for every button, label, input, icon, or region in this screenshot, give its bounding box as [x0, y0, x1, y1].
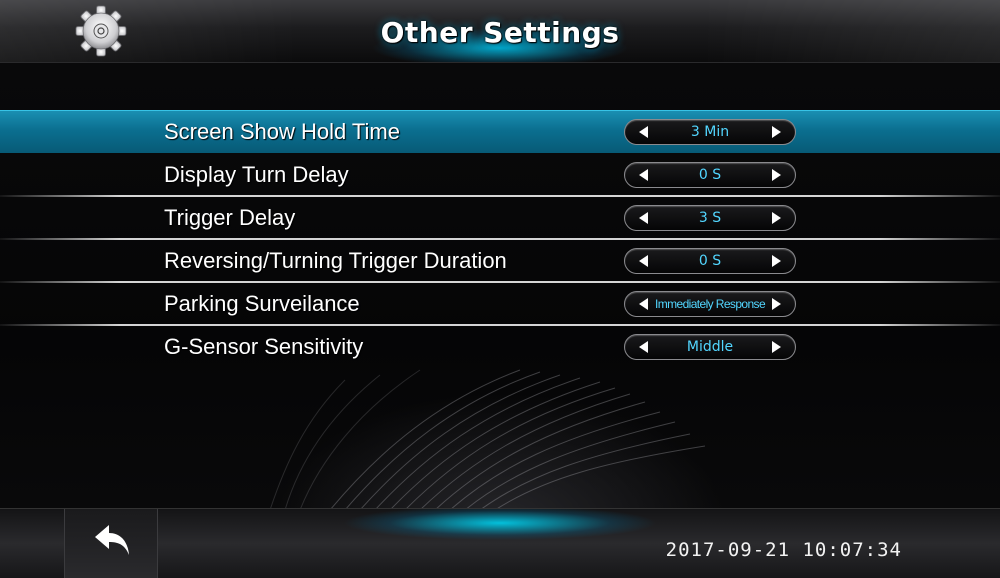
value-selector[interactable]: 0 S	[624, 248, 796, 274]
value-selector[interactable]: Immediately Response	[624, 291, 796, 317]
setting-value: 0 S	[698, 253, 722, 269]
value-selector[interactable]: 3 S	[624, 205, 796, 231]
datetime-display: 2017-09-21 10:07:34	[665, 539, 902, 561]
setting-label: Trigger Delay	[164, 205, 296, 230]
header-bar: Other Settings	[0, 0, 1000, 63]
setting-row-trigger-delay[interactable]: Trigger Delay 3 S	[0, 197, 1000, 240]
setting-value: 0 S	[698, 167, 722, 183]
setting-row-display-turn-delay[interactable]: Display Turn Delay 0 S	[0, 154, 1000, 197]
value-selector[interactable]: 0 S	[624, 162, 796, 188]
footer-bar: 2017-09-21 10:07:34	[0, 508, 1000, 578]
page-title: Other Settings	[380, 16, 620, 49]
setting-row-parking-surveilance[interactable]: Parking Surveilance Immediately Response	[0, 283, 1000, 326]
setting-label: Reversing/Turning Trigger Duration	[164, 248, 507, 273]
value-selector[interactable]: 3 Min	[624, 119, 796, 145]
arrow-right-icon[interactable]	[772, 126, 781, 138]
back-arrow-icon	[95, 525, 129, 555]
footer-glow	[300, 509, 700, 549]
setting-label: Display Turn Delay	[164, 162, 349, 187]
setting-row-g-sensor-sensitivity[interactable]: G-Sensor Sensitivity Middle	[0, 326, 1000, 369]
arrow-right-icon[interactable]	[772, 341, 781, 353]
setting-value: 3 Min	[690, 124, 730, 140]
arrow-right-icon[interactable]	[772, 169, 781, 181]
setting-row-reversing-turning-trigger-duration[interactable]: Reversing/Turning Trigger Duration 0 S	[0, 240, 1000, 283]
setting-label: Screen Show Hold Time	[164, 119, 400, 144]
arrow-right-icon[interactable]	[772, 255, 781, 267]
setting-value: 3 S	[698, 210, 722, 226]
arrow-right-icon[interactable]	[772, 212, 781, 224]
arrow-right-icon[interactable]	[772, 298, 781, 310]
back-button[interactable]	[64, 509, 158, 578]
setting-value: Middle	[686, 339, 734, 355]
background-streaks	[269, 369, 706, 510]
setting-label: G-Sensor Sensitivity	[164, 334, 364, 359]
value-selector[interactable]: Middle	[624, 334, 796, 360]
setting-value: Immediately Response	[654, 297, 766, 311]
screen: Other Settings Screen Show Hold Time 3 M…	[0, 0, 1000, 578]
setting-label: Parking Surveilance	[164, 291, 360, 316]
setting-row-screen-show-hold-time[interactable]: Screen Show Hold Time 3 Min	[0, 110, 1000, 153]
